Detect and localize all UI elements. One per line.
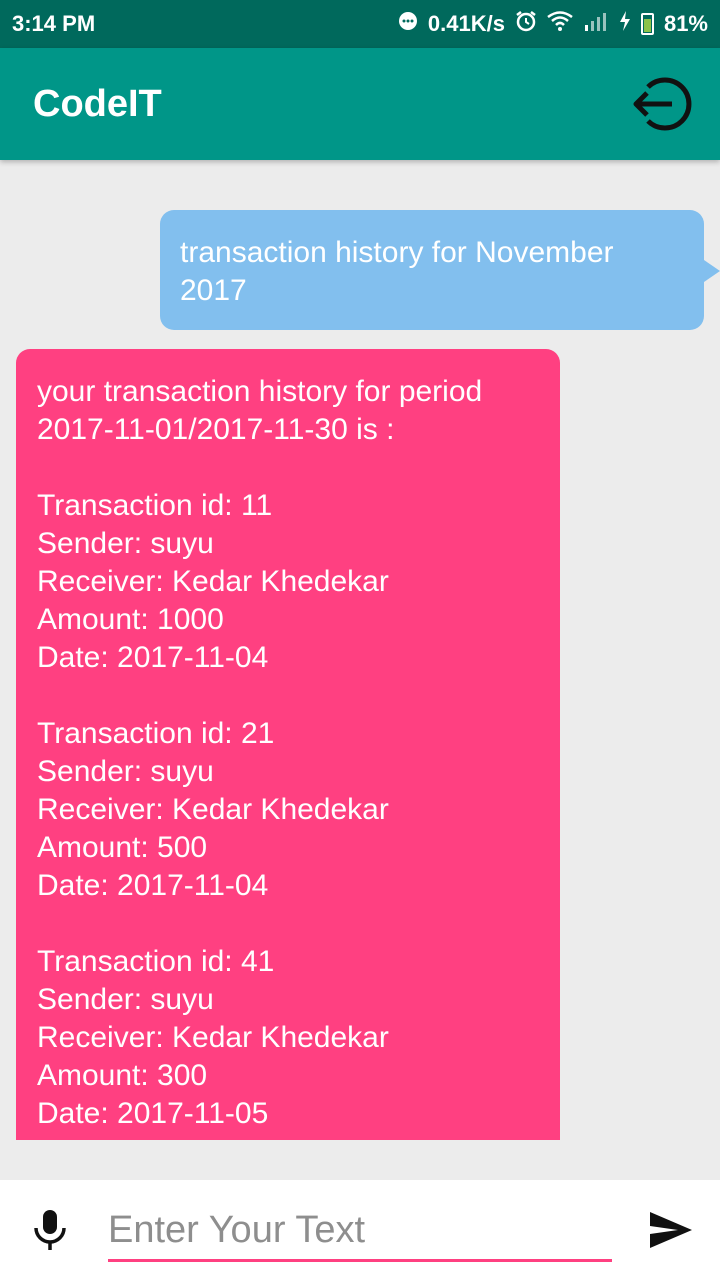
chat-area[interactable]: transaction history for November 2017 yo… — [0, 160, 720, 1140]
message-icon — [398, 11, 418, 37]
transaction-entry: Transaction id: 21 Sender: suyu Receiver… — [37, 715, 540, 905]
user-message-bubble: transaction history for November 2017 — [160, 210, 720, 330]
transaction-id: Transaction id: 41 — [37, 945, 275, 978]
transaction-amount: Amount: 1000 — [37, 603, 224, 636]
transaction-amount: Amount: 500 — [37, 831, 208, 864]
transaction-receiver: Receiver: Kedar Khedekar — [37, 565, 389, 598]
signal-icon — [583, 11, 609, 37]
transaction-id: Transaction id: 21 — [37, 717, 275, 750]
transaction-sender: Sender: suyu — [37, 983, 214, 1016]
user-message-text: transaction history for November 2017 — [180, 236, 614, 307]
logout-button[interactable] — [632, 73, 694, 135]
transaction-date: Date: 2017-11-04 — [37, 641, 269, 674]
transaction-date: Date: 2017-11-04 — [37, 869, 269, 902]
transaction-receiver: Receiver: Kedar Khedekar — [37, 1021, 389, 1054]
wifi-icon — [547, 11, 573, 37]
status-time: 3:14 PM — [12, 11, 96, 36]
transaction-sender: Sender: suyu — [37, 755, 214, 788]
logout-icon — [633, 77, 692, 131]
bubble-tail — [704, 260, 720, 282]
net-speed: 0.41K/s — [427, 11, 505, 36]
transaction-receiver: Receiver: Kedar Khedekar — [37, 793, 389, 826]
input-bar — [0, 1180, 720, 1280]
status-icons: 0.41K/s 81% — [398, 10, 708, 38]
transaction-entry: Transaction id: 11 Sender: suyu Receiver… — [37, 487, 540, 677]
message-input[interactable] — [108, 1202, 612, 1262]
mic-icon — [34, 1210, 66, 1250]
transaction-entry: Transaction id: 41 Sender: suyu Receiver… — [37, 943, 540, 1133]
status-bar: 3:14 PM 0.41K/s 81% — [0, 0, 720, 48]
transaction-amount: Amount: 300 — [37, 1059, 208, 1092]
alarm-icon — [515, 10, 537, 38]
transaction-sender: Sender: suyu — [37, 527, 214, 560]
app-title: CodeIT — [33, 82, 162, 125]
mic-button[interactable] — [32, 1208, 68, 1252]
battery-percent: 81% — [663, 11, 708, 36]
bot-message-bubble: your transaction history for period 2017… — [16, 349, 560, 1140]
transaction-id: Transaction id: 11 — [37, 489, 273, 522]
bot-intro-text: your transaction history for period 2017… — [37, 375, 483, 446]
battery-icon — [640, 13, 654, 35]
transaction-date: Date: 2017-11-05 — [37, 1097, 269, 1130]
charging-icon — [619, 11, 631, 37]
send-icon — [650, 1212, 692, 1248]
app-bar: CodeIT — [0, 48, 720, 160]
send-button[interactable] — [648, 1210, 694, 1250]
